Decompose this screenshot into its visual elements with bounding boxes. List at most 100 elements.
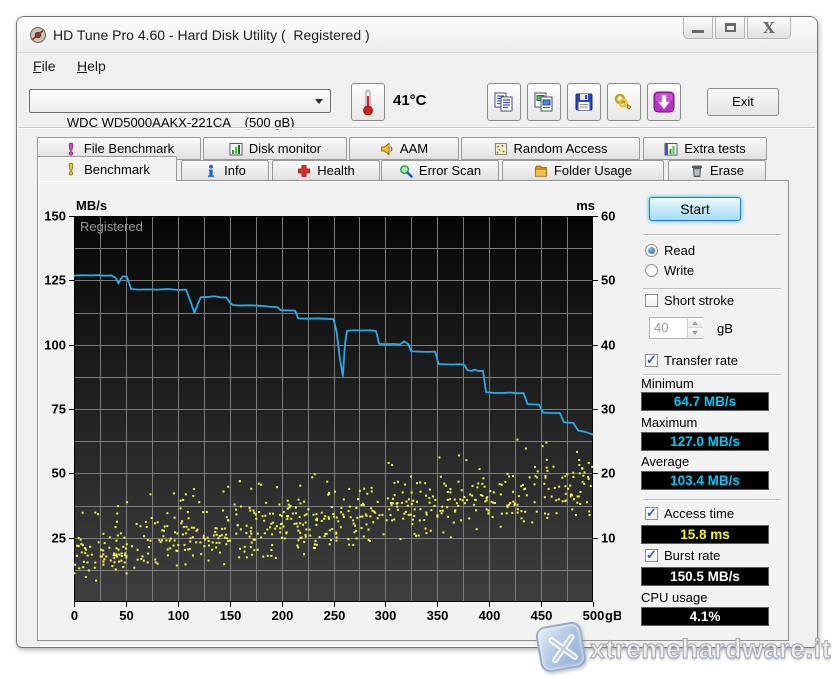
transfer-rate-label: Transfer rate: [664, 353, 738, 368]
read-label: Read: [664, 243, 696, 258]
minimize-icon: [692, 30, 704, 33]
temperature-button[interactable]: [351, 83, 385, 121]
tab-label: Extra tests: [684, 141, 746, 156]
check-update-button[interactable]: [647, 83, 681, 121]
maximize-icon: [724, 23, 736, 32]
menubar: File Help: [17, 53, 817, 79]
bar-chart-icon: [229, 142, 243, 156]
window-title: HD Tune Pro 4.60 - Hard Disk Utility ( R…: [53, 27, 370, 43]
average-value: 103.4 MB/s: [641, 471, 769, 490]
speaker-icon: [380, 142, 394, 156]
copy-image-icon: [534, 92, 553, 112]
menu-help[interactable]: Help: [73, 53, 110, 79]
benchmark-chart: [41, 191, 621, 631]
tab-extra-tests[interactable]: Extra tests: [643, 137, 767, 160]
tab-info[interactable]: Info: [181, 160, 269, 180]
info-icon: [204, 164, 218, 178]
short-stroke-checkbox[interactable]: Short stroke: [645, 293, 734, 308]
cpu-usage-label: CPU usage: [641, 590, 708, 605]
mini-chart-icon: [664, 142, 678, 156]
temperature-value: 41°C: [393, 92, 427, 109]
tab-folder-usage[interactable]: Folder Usage: [502, 160, 664, 180]
titlebar[interactable]: HD Tune Pro 4.60 - Hard Disk Utility ( R…: [17, 17, 817, 53]
transfer-rate-checkbox[interactable]: Transfer rate: [645, 352, 738, 368]
burst-rate-label: Burst rate: [664, 548, 721, 563]
page: HD Tune Pro 4.60 - Hard Disk Utility ( R…: [0, 0, 834, 679]
checkbox-icon[interactable]: [645, 294, 658, 307]
tab-error-scan[interactable]: Error Scan: [381, 160, 499, 180]
toolbar: WDC WD5000AAKX-221CA (500 gB) 41°C Exit: [17, 79, 817, 130]
separator: [643, 234, 781, 236]
tab-label: AAM: [399, 141, 429, 156]
maximize-button[interactable]: [715, 17, 745, 39]
menu-file[interactable]: File: [29, 53, 60, 79]
tab-label: Random Access: [513, 141, 608, 156]
chevron-down-icon: [315, 99, 323, 104]
trash-icon: [690, 164, 704, 178]
access-time-checkbox[interactable]: Access time: [645, 505, 735, 521]
tab-label: Info: [224, 163, 246, 178]
app-icon: [29, 26, 47, 44]
tab-random-access[interactable]: Random Access: [461, 137, 640, 160]
capacity-spinner[interactable]: 40: [649, 317, 703, 339]
capacity-unit-label: gB: [717, 321, 733, 336]
tab-label: Folder Usage: [553, 163, 633, 178]
burst-rate-checkbox[interactable]: Burst rate: [645, 547, 721, 563]
copy-text-icon: [494, 92, 513, 112]
copy-text-button[interactable]: [487, 83, 521, 121]
copy-image-button[interactable]: [527, 83, 561, 121]
minimum-value: 64.7 MB/s: [641, 392, 769, 411]
short-stroke-label: Short stroke: [664, 293, 735, 308]
registration-button[interactable]: [607, 83, 641, 121]
tab-aam[interactable]: AAM: [349, 137, 459, 160]
exit-button[interactable]: Exit: [707, 88, 779, 116]
tab-erase[interactable]: Erase: [668, 160, 766, 180]
cpu-usage-value: 4.1%: [641, 607, 769, 626]
access-time-value: 15.8 ms: [641, 525, 769, 544]
close-icon: X: [763, 18, 775, 37]
floppy-save-icon: [575, 93, 593, 111]
drive-selector-dropdown[interactable]: WDC WD5000AAKX-221CA (500 gB): [29, 89, 331, 130]
tab-label: Disk monitor: [248, 141, 322, 156]
checkbox-icon[interactable]: [645, 352, 658, 368]
minimum-label: Minimum: [641, 376, 694, 391]
write-radio[interactable]: Write: [645, 263, 694, 278]
red-cross-icon: [297, 164, 311, 178]
spinner-down-button[interactable]: [688, 328, 703, 338]
tab-disk-monitor[interactable]: Disk monitor: [203, 137, 347, 160]
radio-icon[interactable]: [645, 264, 658, 277]
radio-icon[interactable]: [645, 244, 658, 257]
tab-label: Erase: [710, 163, 744, 178]
magnifier-icon: [399, 164, 413, 178]
thermometer-icon: [363, 89, 373, 115]
close-button[interactable]: X: [747, 17, 791, 39]
exclamation-yellow-icon: [64, 162, 78, 176]
tab-label: Error Scan: [418, 163, 482, 178]
write-label: Write: [664, 263, 695, 278]
purple-download-arrow-icon: [653, 91, 675, 113]
exclamation-magenta-icon: [64, 142, 78, 156]
access-time-label: Access time: [664, 506, 735, 521]
tab-label: Health: [317, 163, 355, 178]
separator: [643, 288, 781, 290]
gold-keys-icon: [614, 93, 632, 110]
tab-health[interactable]: Health: [272, 160, 380, 180]
spinner-value: 40: [654, 320, 669, 335]
maximum-value: 127.0 MB/s: [641, 432, 769, 451]
burst-rate-value: 150.5 MB/s: [641, 567, 769, 586]
read-radio[interactable]: Read: [645, 243, 695, 258]
checkbox-icon[interactable]: [645, 547, 658, 563]
toolbar-separator: [19, 127, 815, 129]
spinner-up-button[interactable]: [688, 318, 703, 328]
tab-benchmark[interactable]: Benchmark: [37, 156, 177, 181]
save-screenshot-button[interactable]: [567, 83, 601, 121]
start-button[interactable]: Start: [649, 197, 741, 221]
dotted-square-icon: [494, 142, 508, 156]
checkbox-icon[interactable]: [645, 505, 658, 521]
minimize-button[interactable]: [683, 17, 713, 39]
app-window: HD Tune Pro 4.60 - Hard Disk Utility ( R…: [16, 16, 818, 648]
maximum-label: Maximum: [641, 415, 698, 430]
folder-icon: [534, 164, 548, 178]
average-label: Average: [641, 454, 690, 469]
separator: [643, 499, 781, 501]
